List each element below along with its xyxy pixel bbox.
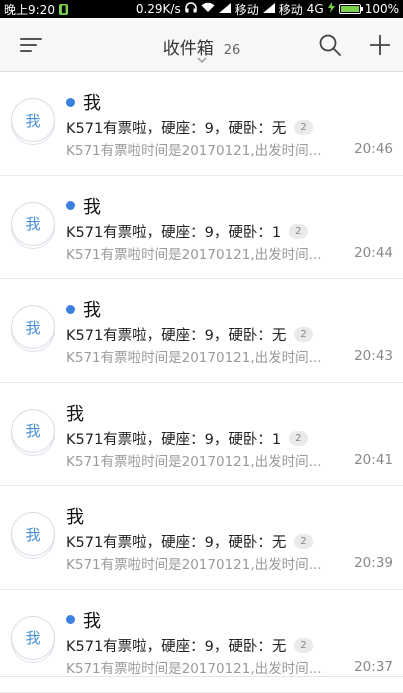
mail-list-item[interactable]: 我 我 K571有票啦，硬座：9，硬卧：1 2 K571有票啦时间是201701… (0, 176, 403, 280)
app-header: 收件箱26 (0, 18, 403, 72)
thread-count-badge: 2 (289, 224, 307, 239)
mail-list-item[interactable]: 我 我 K571有票啦，硬座：9，硬卧：无 2 K571有票啦时间是201701… (0, 486, 403, 590)
mail-subject: K571有票啦，硬座：9，硬卧：无 (66, 117, 286, 138)
subject-line: K571有票啦，硬座：9，硬卧：1 2 (66, 428, 308, 449)
add-icon[interactable] (368, 33, 392, 57)
battery-icon (339, 4, 361, 14)
search-icon[interactable] (318, 33, 342, 57)
carrier-2: 移动 (279, 1, 303, 18)
avatar[interactable]: 我 (11, 616, 55, 660)
unread-dot-icon (66, 201, 75, 210)
mail-subject: K571有票啦，硬座：9，硬卧：无 (66, 635, 286, 656)
thread-count-badge: 2 (294, 120, 312, 135)
mail-subject: K571有票啦，硬座：9，硬卧：无 (66, 324, 286, 345)
mail-time: 20:46 (354, 141, 393, 157)
mail-preview: K571有票啦时间是20170121,出发时间... (66, 139, 322, 159)
sender-name: 我 (83, 607, 101, 633)
mail-time: 20:44 (354, 245, 393, 261)
mail-preview: K571有票啦时间是20170121,出发时间... (66, 243, 322, 263)
mail-subject: K571有票啦，硬座：9，硬卧：1 (66, 221, 281, 242)
mail-subject: K571有票啦，硬座：9，硬卧：无 (66, 531, 286, 552)
mail-time: 20:41 (354, 452, 393, 468)
sender-name: 我 (83, 296, 101, 322)
bottom-toolbar-edge (0, 676, 403, 683)
status-time: 晚上9:20 (4, 1, 55, 18)
sender-name: 我 (66, 503, 84, 529)
charging-icon (328, 2, 335, 16)
mail-list-item[interactable]: 我 我 K571有票啦，硬座：9，硬卧：无 2 K571有票啦时间是201701… (0, 72, 403, 176)
thread-count-badge: 2 (294, 534, 312, 549)
thread-count-badge: 2 (289, 431, 307, 446)
avatar[interactable]: 我 (11, 409, 55, 453)
sender-line: 我 (66, 607, 101, 633)
thread-count-badge: 2 (294, 327, 312, 342)
avatar[interactable]: 我 (11, 512, 55, 556)
mail-time: 20:43 (354, 348, 393, 364)
wifi-icon (201, 2, 215, 16)
unread-dot-icon (66, 615, 75, 624)
subject-line: K571有票啦，硬座：9，硬卧：无 2 (66, 531, 313, 552)
battery-percent: 100% (365, 2, 399, 16)
avatar[interactable]: 我 (11, 305, 55, 349)
sender-line: 我 (66, 503, 84, 529)
unread-dot-icon (66, 305, 75, 314)
status-bar: 晚上9:20 ▮ 0.29K/s 移动 移动 4G 100% (0, 0, 403, 18)
sender-name: 我 (66, 400, 84, 426)
mail-list-item[interactable]: 我 我 K571有票啦，硬座：9，硬卧：1 2 K571有票啦时间是201701… (0, 383, 403, 487)
headphone-icon (185, 2, 197, 16)
subject-line: K571有票啦，硬座：9，硬卧：无 2 (66, 117, 313, 138)
avatar[interactable]: 我 (11, 98, 55, 142)
mail-list: 我 我 K571有票啦，硬座：9，硬卧：无 2 K571有票啦时间是201701… (0, 72, 403, 693)
chevron-down-icon[interactable] (196, 56, 208, 64)
signal-icon (263, 2, 275, 16)
mail-preview: K571有票啦时间是20170121,出发时间... (66, 450, 322, 470)
mail-preview: K571有票啦时间是20170121,出发时间... (66, 346, 322, 366)
notification-icon: ▮ (59, 4, 69, 15)
mail-preview: K571有票啦时间是20170121,出发时间... (66, 553, 322, 573)
sender-line: 我 (66, 296, 101, 322)
thread-count-badge: 2 (294, 638, 312, 653)
mail-list-item[interactable]: 我 我 K571有票啦，硬座：9，硬卧：无 2 K571有票啦时间是201701… (0, 279, 403, 383)
mail-subject: K571有票啦，硬座：9，硬卧：1 (66, 428, 281, 449)
sender-line: 我 (66, 400, 84, 426)
network-type: 4G (307, 2, 324, 16)
sender-name: 我 (83, 89, 101, 115)
subject-line: K571有票啦，硬座：9，硬卧：无 2 (66, 324, 313, 345)
unread-dot-icon (66, 98, 75, 107)
mail-count: 26 (224, 43, 241, 58)
mail-preview: K571有票啦时间是20170121,出发时间... (66, 657, 322, 677)
subject-line: K571有票啦，硬座：9，硬卧：无 2 (66, 635, 313, 656)
sender-line: 我 (66, 193, 101, 219)
subject-line: K571有票啦，硬座：9，硬卧：1 2 (66, 221, 308, 242)
carrier-1: 移动 (235, 1, 259, 18)
signal-icon (219, 2, 231, 16)
avatar[interactable]: 我 (11, 202, 55, 246)
mail-time: 20:39 (354, 555, 393, 571)
network-speed: 0.29K/s (136, 2, 181, 16)
sender-name: 我 (83, 193, 101, 219)
sender-line: 我 (66, 89, 101, 115)
mail-time: 20:37 (354, 659, 393, 675)
